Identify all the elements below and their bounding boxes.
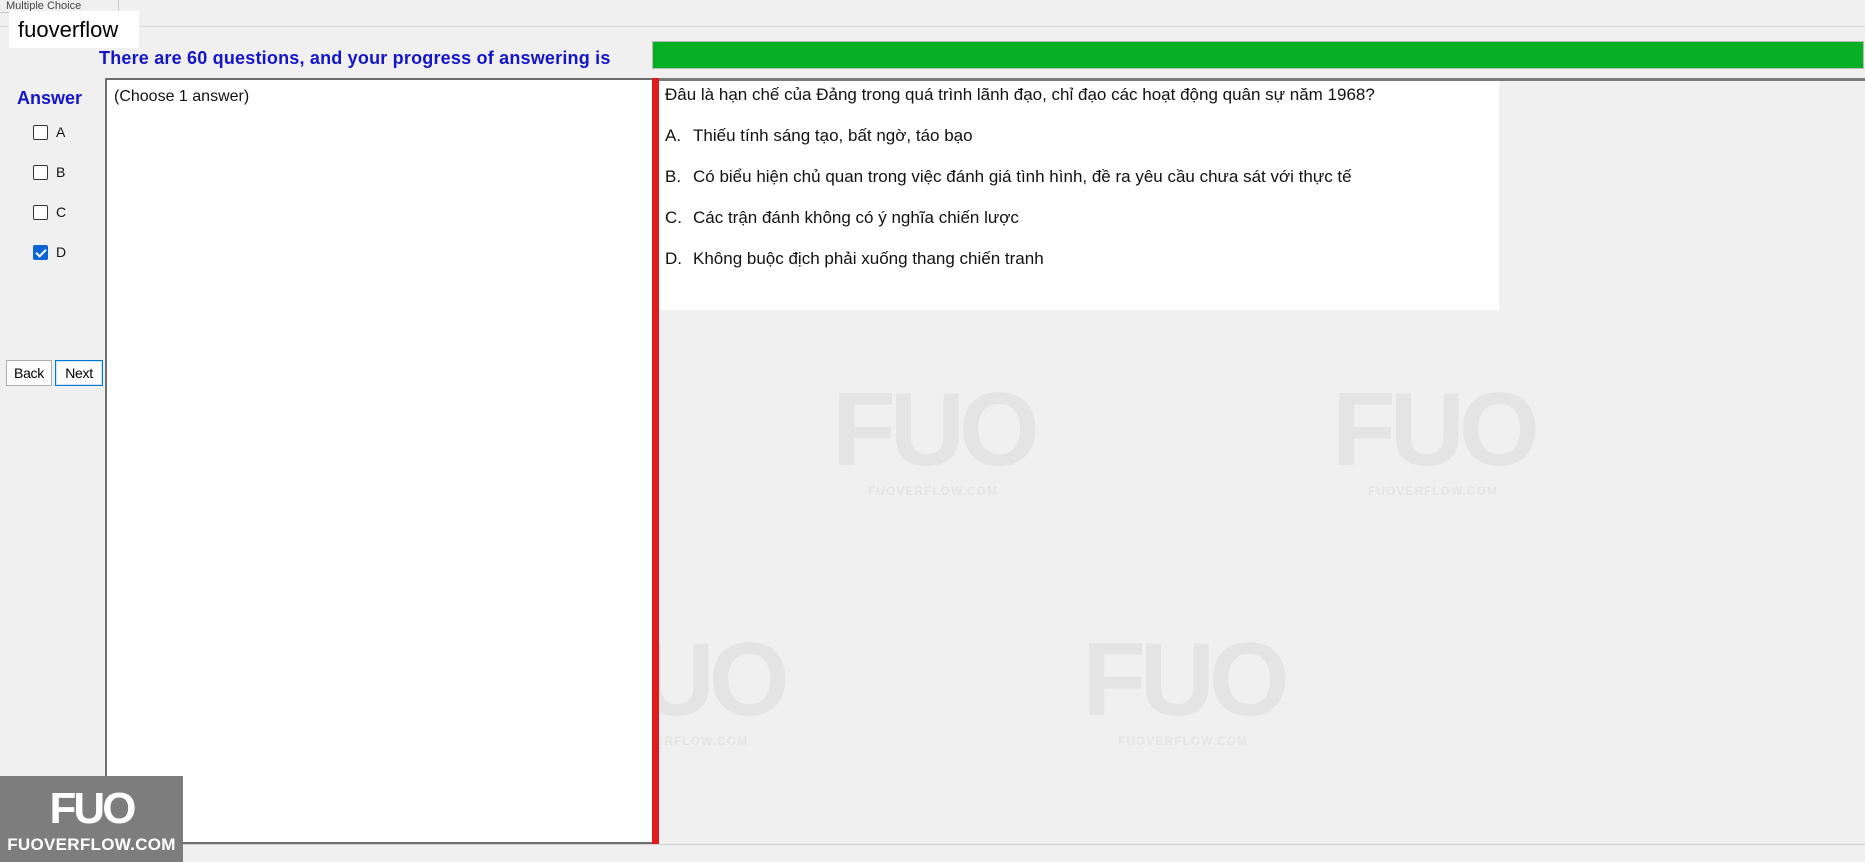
logo-site: FUOVERFLOW.COM xyxy=(7,835,176,854)
watermark: FUO FUOVERFLOW.COM xyxy=(1078,622,1290,748)
watermark: FUO FUOVERFLOW.COM xyxy=(828,372,1040,498)
progress-fill xyxy=(653,42,1863,68)
question-option-letter: D. xyxy=(665,249,682,268)
site-label: fuoverflow xyxy=(9,11,139,48)
question-option-d: D. Không buộc địch phải xuống thang chiến… xyxy=(665,249,1044,269)
answer-hint: (Choose 1 answer) xyxy=(114,88,250,105)
progress-text: There are 60 questions, and your progres… xyxy=(99,48,611,68)
progress-bar xyxy=(652,41,1864,69)
watermark-site: FUOVERFLOW.COM xyxy=(1368,484,1498,498)
question-option-letter: B. xyxy=(665,167,682,186)
watermark: FUO FUOVERFLOW.COM xyxy=(1328,372,1540,498)
fuoverflow-logo: FUO FUOVERFLOW.COM xyxy=(0,776,183,862)
watermark-logo: FUO xyxy=(1332,372,1540,488)
option-d-label: D xyxy=(56,244,67,260)
watermark-site: FUOVERFLOW.COM xyxy=(1118,734,1248,748)
bottom-divider xyxy=(0,844,1865,845)
checkbox-d[interactable] xyxy=(33,244,48,260)
answer-title: Answer xyxy=(17,88,83,108)
checkbox-a[interactable] xyxy=(33,124,48,140)
question-option-b: B. Có biểu hiện chủ quan trong việc đánh … xyxy=(665,167,1352,187)
back-button[interactable]: Back xyxy=(6,360,52,386)
option-a-label: A xyxy=(56,124,66,140)
option-b-label: B xyxy=(56,164,66,180)
question-option-text: Không buộc địch phải xuống thang chiến t… xyxy=(693,249,1044,268)
answer-panel[interactable]: (Choose 1 answer) xyxy=(105,78,652,844)
watermark-logo: FUO xyxy=(1082,622,1290,738)
option-c[interactable]: C xyxy=(33,202,66,222)
checkbox-b[interactable] xyxy=(33,164,48,180)
logo-mark: FUO xyxy=(49,784,137,833)
question-option-c: C. Các trận đánh không có ý nghĩa chiến l… xyxy=(665,208,1019,228)
question-option-a: A. Thiếu tính sáng tạo, bất ngờ, táo bạo xyxy=(665,126,973,146)
checkbox-c[interactable] xyxy=(33,204,48,220)
next-button[interactable]: Next xyxy=(55,360,103,386)
question-text: Đâu là hạn chế của Đảng trong quá trình … xyxy=(665,85,1375,104)
panel-splitter[interactable] xyxy=(652,78,659,844)
option-b[interactable]: B xyxy=(33,162,65,182)
option-a[interactable]: A xyxy=(33,122,65,142)
option-d[interactable]: D xyxy=(33,242,66,262)
question-option-text: Thiếu tính sáng tạo, bất ngờ, táo bạo xyxy=(693,126,973,145)
watermark-site: FUOVERFLOW.COM xyxy=(868,484,998,498)
question-option-text: Các trận đánh không có ý nghĩa chiến lượ… xyxy=(693,208,1019,227)
question-panel: Đâu là hạn chế của Đảng trong quá trình … xyxy=(659,78,1499,310)
question-option-letter: A. xyxy=(665,126,682,145)
top-divider xyxy=(0,26,1865,27)
option-c-label: C xyxy=(56,204,67,220)
question-option-letter: C. xyxy=(665,208,682,227)
watermark-logo: FUO xyxy=(832,372,1040,488)
panel-top-rule xyxy=(1499,78,1865,81)
question-option-text: Có biểu hiện chủ quan trong việc đánh gi… xyxy=(693,167,1352,186)
